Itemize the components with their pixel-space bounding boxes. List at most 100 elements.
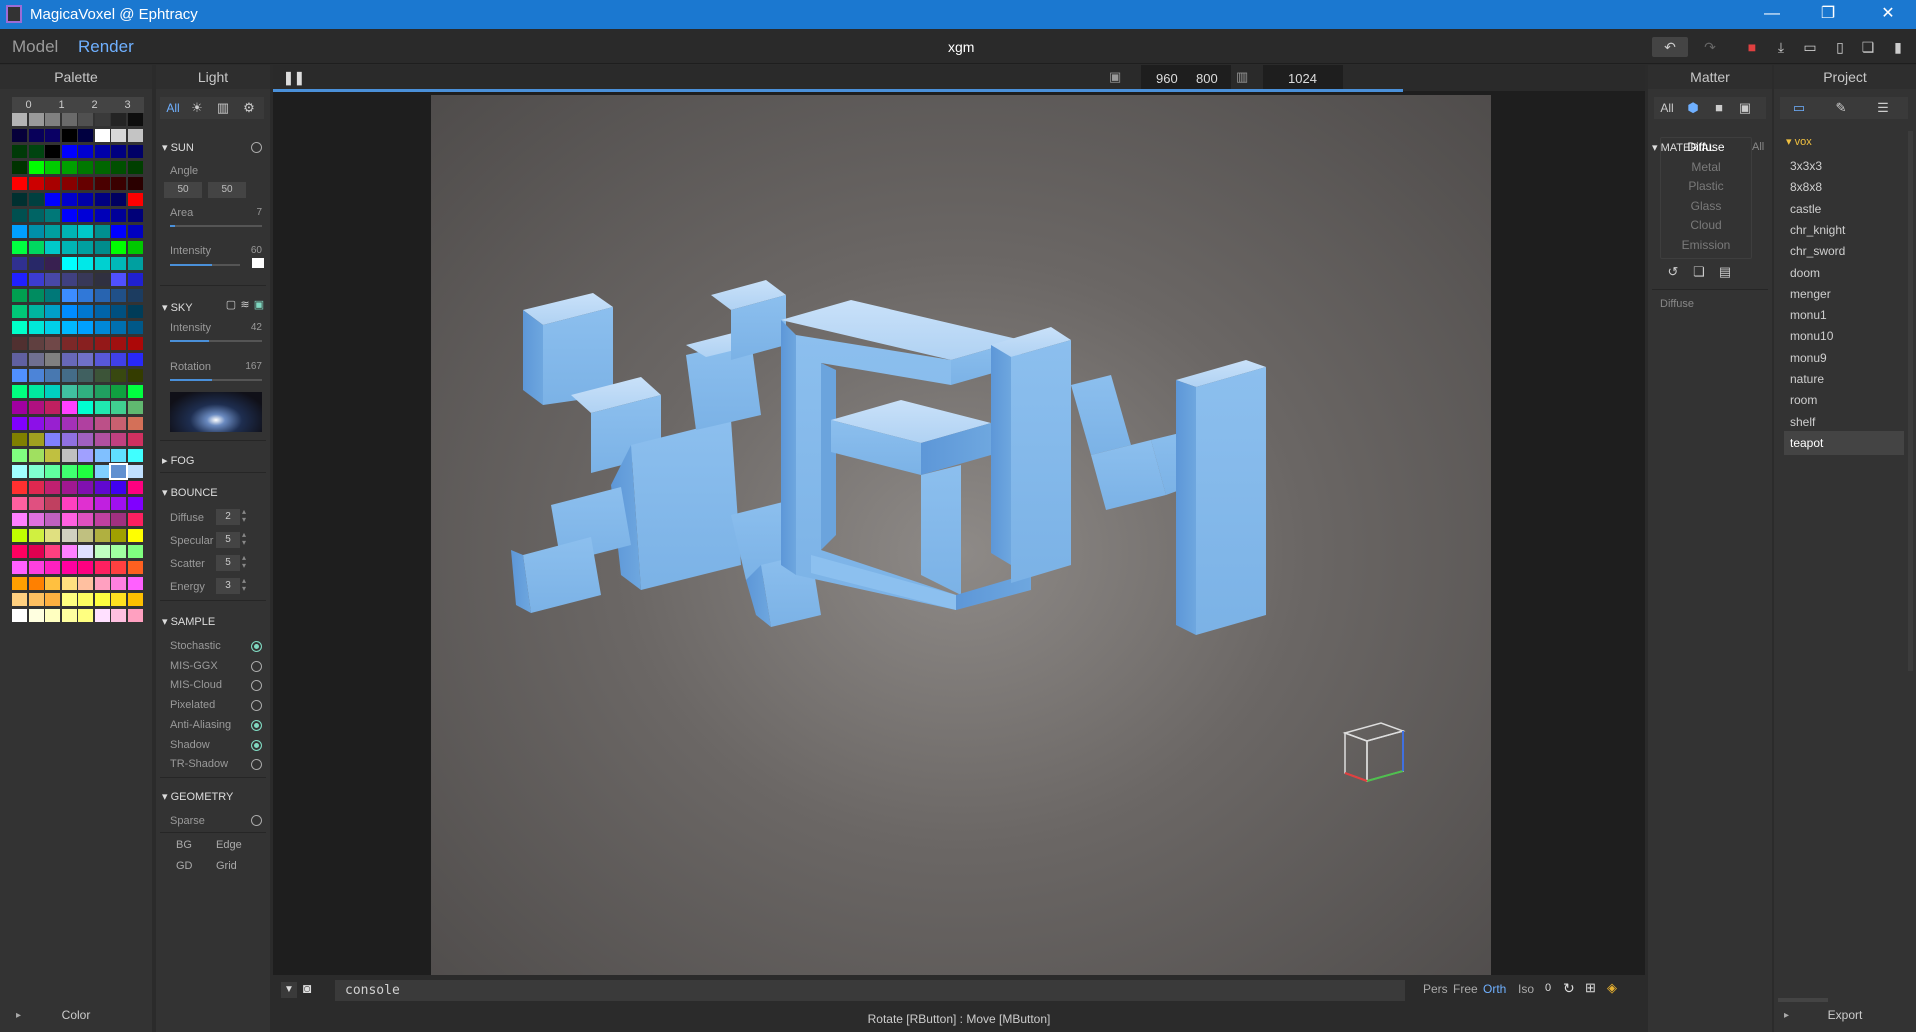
palette-swatch[interactable] bbox=[28, 433, 44, 446]
rotation-slider[interactable] bbox=[170, 379, 262, 381]
bounce-section-title[interactable]: ▾ BOUNCE bbox=[162, 486, 218, 499]
palette-swatch[interactable] bbox=[45, 129, 60, 142]
palette-swatch[interactable] bbox=[12, 193, 27, 206]
palette-swatch[interactable] bbox=[94, 417, 110, 430]
palette-swatch[interactable] bbox=[45, 609, 60, 622]
open-icon[interactable]: ▭ bbox=[1800, 37, 1820, 57]
palette-swatch[interactable] bbox=[78, 209, 93, 222]
layout-icon[interactable]: ⊞ bbox=[1585, 980, 1596, 996]
palette-swatch[interactable] bbox=[78, 545, 93, 558]
palette-swatch[interactable] bbox=[111, 305, 126, 318]
palette-swatch[interactable] bbox=[45, 321, 60, 334]
palette-swatch[interactable] bbox=[12, 561, 27, 574]
palette-swatch[interactable] bbox=[94, 337, 110, 350]
palette-swatch[interactable] bbox=[45, 305, 60, 318]
palette-swatch[interactable] bbox=[12, 417, 27, 430]
box-icon[interactable]: ◈ bbox=[1607, 980, 1617, 996]
palette-swatch[interactable] bbox=[78, 449, 93, 462]
palette-swatch[interactable] bbox=[12, 481, 27, 494]
palette-swatch[interactable] bbox=[45, 289, 60, 302]
palette-swatch[interactable] bbox=[111, 369, 126, 382]
palette-swatch[interactable] bbox=[94, 289, 110, 302]
palette-swatch[interactable] bbox=[94, 273, 110, 286]
palette-swatch[interactable] bbox=[94, 241, 110, 254]
project-item[interactable]: teapot bbox=[1784, 430, 1904, 455]
palette-swatch[interactable] bbox=[111, 561, 126, 574]
bg-button[interactable]: BG bbox=[176, 839, 192, 851]
palette-swatch[interactable] bbox=[45, 145, 60, 158]
palette-swatch[interactable] bbox=[61, 161, 77, 174]
palette-swatch[interactable] bbox=[61, 609, 77, 622]
palette-swatch[interactable] bbox=[45, 193, 60, 206]
palette-swatch[interactable] bbox=[61, 481, 77, 494]
sun-toggle[interactable] bbox=[251, 142, 262, 153]
palette-swatch[interactable] bbox=[28, 593, 44, 606]
palette-swatch[interactable] bbox=[45, 225, 60, 238]
palette-swatch[interactable] bbox=[45, 529, 60, 542]
palette-swatch[interactable] bbox=[127, 433, 143, 446]
palette-swatch[interactable] bbox=[78, 337, 93, 350]
palette-swatch[interactable] bbox=[12, 545, 27, 558]
palette-swatch[interactable] bbox=[28, 417, 44, 430]
render-viewport[interactable]: ❚❚ ▣ 960 800 ▥ 1024 bbox=[273, 65, 1645, 975]
sample-option-toggle[interactable] bbox=[251, 700, 262, 712]
palette-swatch[interactable] bbox=[78, 225, 93, 238]
sky-preview-image[interactable] bbox=[170, 392, 262, 432]
sample-option-toggle[interactable] bbox=[251, 641, 262, 652]
render-width[interactable]: 960 bbox=[1156, 71, 1178, 86]
palette-swatch[interactable] bbox=[28, 321, 44, 334]
palette-swatch[interactable] bbox=[45, 481, 60, 494]
palette-tab-1[interactable]: 1 bbox=[45, 97, 78, 113]
fog-section-title[interactable]: ▸ FOG bbox=[162, 454, 194, 467]
palette-swatch[interactable] bbox=[94, 513, 110, 526]
palette-swatch[interactable] bbox=[61, 209, 77, 222]
palette-swatch[interactable] bbox=[61, 561, 77, 574]
scatter-stepper[interactable]: ▴ ▾ bbox=[242, 554, 246, 570]
palette-swatch[interactable] bbox=[61, 241, 77, 254]
sample-section-title[interactable]: ▾ SAMPLE bbox=[162, 615, 215, 628]
palette-swatch[interactable] bbox=[127, 417, 143, 430]
material-all-toggle[interactable]: All bbox=[1752, 141, 1764, 153]
sky-section-title[interactable]: ▾ SKY bbox=[162, 301, 193, 314]
project-hscroll[interactable] bbox=[1778, 998, 1828, 1002]
palette-swatch[interactable] bbox=[94, 529, 110, 542]
palette-swatch[interactable] bbox=[111, 257, 126, 270]
palette-swatch[interactable] bbox=[28, 449, 44, 462]
palette-swatch[interactable] bbox=[127, 545, 143, 558]
save-icon[interactable]: ■ bbox=[1742, 37, 1762, 57]
close-button[interactable]: ✕ bbox=[1860, 0, 1916, 29]
palette-swatch[interactable] bbox=[111, 433, 126, 446]
palette-swatch[interactable] bbox=[94, 369, 110, 382]
palette-swatch[interactable] bbox=[12, 129, 27, 142]
sun-section-title[interactable]: ▾ SUN bbox=[162, 141, 194, 154]
palette-swatch[interactable] bbox=[94, 225, 110, 238]
copy-icon[interactable]: ❏ bbox=[1858, 37, 1878, 57]
palette-swatch[interactable] bbox=[12, 609, 27, 622]
palette-swatch[interactable] bbox=[61, 305, 77, 318]
palette-swatch[interactable] bbox=[78, 401, 93, 414]
palette-swatch[interactable] bbox=[94, 609, 110, 622]
palette-swatch[interactable] bbox=[45, 577, 60, 590]
palette-swatch[interactable] bbox=[61, 321, 77, 334]
palette-swatch[interactable] bbox=[111, 113, 126, 126]
palette-swatch[interactable] bbox=[94, 193, 110, 206]
palette-swatch[interactable] bbox=[45, 257, 60, 270]
copy-material-icon[interactable]: ❏ bbox=[1688, 262, 1710, 282]
material-item[interactable]: Plastic bbox=[1662, 179, 1750, 193]
palette-swatch[interactable] bbox=[94, 177, 110, 190]
palette-swatch[interactable] bbox=[61, 193, 77, 206]
palette-swatch[interactable] bbox=[78, 465, 93, 478]
palette-swatch[interactable] bbox=[45, 385, 60, 398]
sparse-toggle[interactable] bbox=[251, 815, 262, 826]
palette-swatch[interactable] bbox=[78, 305, 93, 318]
palette-swatch[interactable] bbox=[78, 193, 93, 206]
palette-swatch[interactable] bbox=[78, 257, 93, 270]
palette-swatch[interactable] bbox=[28, 145, 44, 158]
palette-swatch[interactable] bbox=[28, 337, 44, 350]
render-image[interactable] bbox=[431, 95, 1491, 975]
palette-swatch[interactable] bbox=[127, 369, 143, 382]
palette-swatch[interactable] bbox=[61, 513, 77, 526]
palette-swatch[interactable] bbox=[61, 257, 77, 270]
palette-swatch[interactable] bbox=[94, 401, 110, 414]
specular-bounce-field[interactable]: 5 bbox=[216, 532, 240, 548]
